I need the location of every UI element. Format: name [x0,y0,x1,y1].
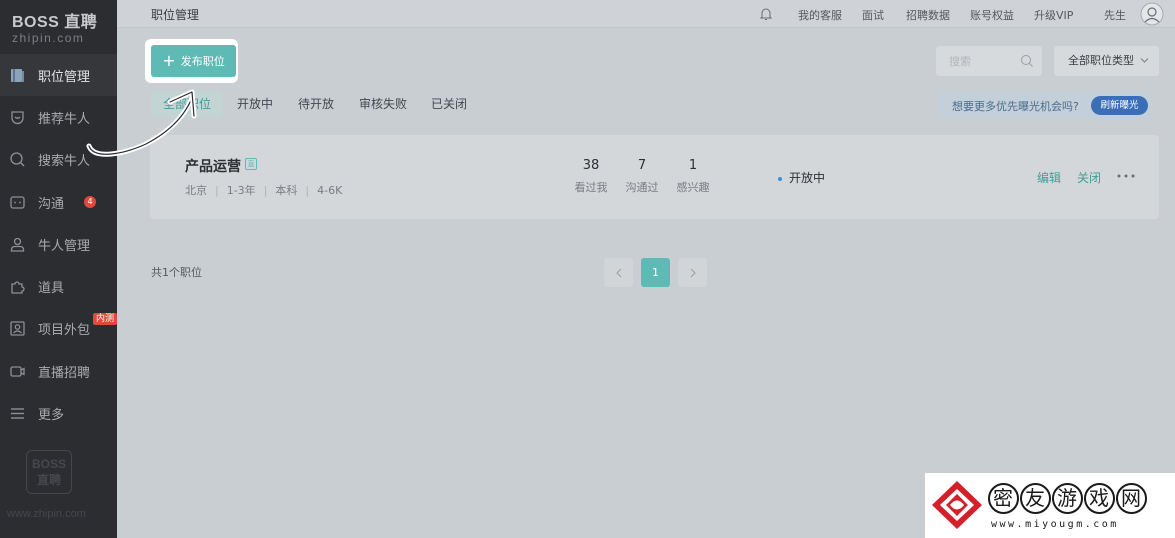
account-benefits-link[interactable]: 账号权益 [970,7,1014,23]
more-icon[interactable] [1117,174,1135,178]
watermark-title: 密友游戏网 [988,482,1148,514]
chevron-left-icon [615,268,621,278]
job-count: 共1个职位 [151,266,202,279]
page-title: 职位管理 [151,8,200,22]
job-type-select[interactable]: 全部职位类型 [1054,46,1159,76]
job-tag: 直 [245,158,257,170]
search-input[interactable] [936,46,1016,76]
sidebar-item-outsourcing[interactable]: 项目外包 内测 [0,308,117,350]
plus-icon: + [162,51,176,70]
page-number-current[interactable]: 1 [641,258,670,287]
avatar[interactable] [1140,2,1164,26]
status-badge: 开放中 [778,169,825,186]
unread-badge: 4 [84,195,96,208]
menu-icon [9,405,26,422]
sidebar-item-label: 推荐牛人 [38,111,91,127]
logo-text: BOSS 直聘 [12,14,98,31]
logo[interactable]: BOSS 直聘 zhipin.com [12,8,112,45]
page-prev-button[interactable] [604,258,633,287]
watermark-char: 密 [988,483,1019,514]
person-icon [9,236,26,253]
search-icon [9,151,26,168]
tab-closed[interactable]: 已关闭 [431,91,467,117]
main-content: + 发布职位 全部职位类型 全部职位 开放中 待开放 审核失败 已关闭 想要更多… [117,28,1175,538]
interview-link[interactable]: 面试 [862,7,884,23]
close-job-link[interactable]: 关闭 [1077,169,1101,186]
stat-label: 看过我 [574,181,608,194]
shield-icon [9,109,26,126]
refresh-exposure-button[interactable]: 刷新曝光 [1091,96,1148,115]
stat-interested[interactable]: 1 感兴趣 [668,158,718,195]
recruit-data-link[interactable]: 招聘数据 [906,7,950,23]
chevron-right-icon [690,268,696,278]
watermark-char: 游 [1052,483,1083,514]
bell-icon[interactable] [760,7,772,21]
tab-open[interactable]: 开放中 [237,91,273,117]
stat-contacted[interactable]: 7 沟通过 [617,158,667,195]
sidebar-item-live[interactable]: 直播招聘 [0,350,117,392]
job-icon [9,67,26,84]
logo-domain: zhipin.com [12,31,85,45]
sidebar-item-label: 职位管理 [38,69,91,85]
sidebar-item-props[interactable]: 道具 [0,265,117,307]
job-meta: 北京 | 1-3年 | 本科 | 4-6K [185,184,343,197]
exposure-promo: 想要更多优先曝光机会吗? 刷新曝光 [938,91,1150,119]
tab-pending[interactable]: 待开放 [298,91,334,117]
job-card: 产品运营 直 北京 | 1-3年 | 本科 | 4-6K 38 看过我 7 沟通过 1 感兴… [150,135,1159,219]
sidebar-item-more[interactable]: 更多 [0,392,117,434]
stat-label: 沟通过 [625,181,659,194]
publish-job-label: 发布职位 [180,55,225,68]
watermark-char: 戏 [1084,483,1115,514]
publish-job-button[interactable]: + 发布职位 [151,45,236,77]
tab-review-failed[interactable]: 审核失败 [359,91,407,117]
puzzle-icon [9,278,26,295]
chat-icon [9,194,26,211]
sidebar-footer-url: www.zhipin.com [7,508,86,520]
watermark-url: www.miyougm.com [991,519,1119,530]
sidebar-item-label: 道具 [38,281,65,297]
sidebar-item-label: 项目外包 [38,323,91,339]
job-city: 北京 [185,184,207,197]
job-salary: 4-6K [317,184,343,197]
chevron-down-icon [1140,58,1149,63]
sidebar-item-chat[interactable]: 沟通 4 [0,181,117,223]
page-next-button[interactable] [678,258,707,287]
sidebar-item-talent-management[interactable]: 牛人管理 [0,223,117,265]
sidebar-item-label: 牛人管理 [38,238,91,254]
status-text: 开放中 [789,171,826,185]
stat-value: 38 [582,158,600,173]
portrait-icon [9,320,26,337]
stat-value: 1 [688,158,698,173]
sidebar: BOSS 直聘 zhipin.com 职位管理 推荐牛人 搜索牛人 沟通 4 牛… [0,0,117,538]
status-dot [778,176,782,181]
stat-viewed[interactable]: 38 看过我 [566,158,616,195]
customer-service-link[interactable]: 我的客服 [798,7,842,23]
top-bar: 职位管理 我的客服 面试 招聘数据 账号权益 升级VIP 先生 [117,0,1175,28]
upgrade-vip-link[interactable]: 升级VIP [1034,7,1073,23]
video-icon [9,363,26,380]
job-experience: 1-3年 [226,184,256,197]
sidebar-item-label: 沟通 [38,196,65,212]
search-box [936,46,1042,76]
edit-job-link[interactable]: 编辑 [1037,169,1061,186]
user-name[interactable]: 先生 [1104,7,1126,23]
stat-value: 7 [637,158,647,173]
job-type-select-value: 全部职位类型 [1068,54,1134,67]
beta-tag: 内测 [93,312,117,325]
watermark-char: 网 [1116,483,1147,514]
sidebar-item-label: 更多 [38,408,65,424]
tutorial-arrow-icon [86,89,197,157]
search-icon[interactable] [1020,54,1034,68]
watermark-logo-icon [932,481,982,529]
stat-label: 感兴趣 [676,181,710,194]
sidebar-item-label: 搜索牛人 [38,154,91,170]
site-watermark: 密友游戏网 www.miyougm.com [925,473,1175,538]
job-degree: 本科 [275,184,298,197]
sidebar-watermark-logo: BOSS 直聘 [26,450,72,494]
sidebar-item-label: 直播招聘 [38,365,91,381]
promo-text: 想要更多优先曝光机会吗? [952,100,1079,113]
watermark-char: 友 [1020,483,1051,514]
